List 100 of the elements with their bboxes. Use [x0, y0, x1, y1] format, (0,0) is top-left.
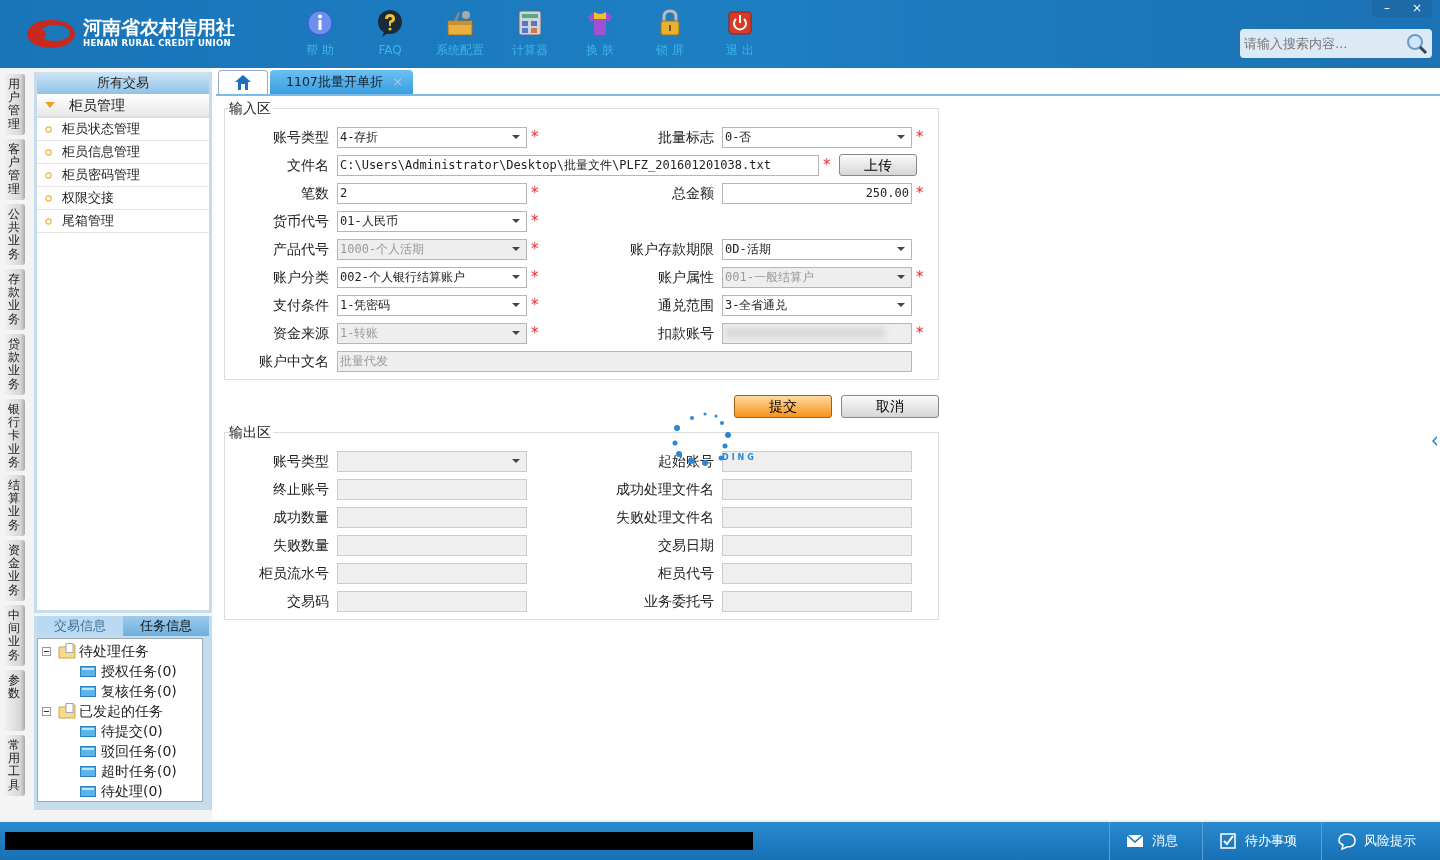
input-field[interactable] — [722, 534, 912, 556]
collapse-handle-icon[interactable] — [1432, 436, 1438, 446]
tree-node[interactable]: 待处理任务 — [42, 641, 202, 661]
required-mark: * — [531, 127, 539, 146]
input-field[interactable] — [722, 506, 912, 528]
section-title: 输入区 — [229, 100, 273, 116]
select-field[interactable]: 01-人民币 — [337, 210, 527, 232]
required-mark: * — [823, 155, 831, 174]
input-field[interactable]: 250.00 — [722, 182, 912, 204]
logo-title: 河南省农村信用社 — [83, 18, 235, 38]
caret-icon — [512, 135, 520, 139]
input-field[interactable] — [337, 478, 527, 500]
side-tab[interactable]: 存款业务 — [3, 269, 25, 330]
tree-item[interactable]: 复核任务(0) — [42, 681, 202, 701]
field-label: 账号类型 — [272, 451, 330, 471]
field-label: 成功处理文件名 — [615, 479, 715, 499]
field-label: 失败处理文件名 — [615, 507, 715, 527]
caret-icon — [512, 247, 520, 251]
select-field[interactable]: 0-否 — [722, 126, 912, 148]
tab[interactable]: 1107批量开单折 × — [270, 70, 413, 94]
side-tab[interactable]: 常用工具 — [3, 734, 25, 796]
required-mark: * — [916, 323, 924, 342]
tree-item[interactable]: 授权任务(0) — [42, 661, 202, 681]
folder-icon — [58, 703, 76, 719]
search-field[interactable]: 请输入搜索内容... — [1240, 29, 1432, 58]
field-label: 笔数 — [300, 183, 330, 203]
side-tab[interactable]: 银行卡业务 — [3, 399, 25, 471]
required-mark: * — [531, 183, 539, 202]
field-label: 失败数量 — [272, 535, 330, 555]
select-field[interactable]: 4-存折 — [337, 126, 527, 148]
tree-item[interactable]: 超时任务(0) — [42, 761, 202, 781]
logo-subtitle: HENAN RURAL CREDIT UNION — [83, 37, 232, 50]
select-field[interactable]: 3-全省通兑 — [722, 294, 912, 316]
select-field[interactable]: 002-个人银行结算账户 — [337, 266, 527, 288]
tree-label: 待处理任务 — [79, 641, 149, 661]
bullet-icon — [45, 125, 52, 133]
field-label: 柜员代号 — [657, 563, 715, 583]
shirt-icon — [586, 9, 614, 37]
input-field[interactable] — [722, 590, 912, 612]
input-field[interactable] — [722, 478, 912, 500]
tree-item[interactable]: 待提交(0) — [42, 721, 202, 741]
tree-label: 已发起的任务 — [79, 701, 163, 721]
side-tab[interactable]: 资金业务 — [3, 539, 25, 601]
select-field[interactable]: 0D-活期 — [722, 238, 912, 260]
input-field[interactable]: 2 — [337, 182, 527, 204]
select-field[interactable]: 1-凭密码 — [337, 294, 527, 316]
input-field[interactable] — [722, 450, 912, 472]
input-field[interactable] — [337, 534, 527, 556]
cancel-button[interactable]: 取消 — [841, 395, 939, 418]
panel-tab[interactable]: 交易信息 — [37, 616, 123, 636]
close-button[interactable]: × — [1402, 0, 1432, 17]
select-field[interactable] — [337, 450, 527, 472]
folder-icon — [80, 785, 96, 797]
caret-icon — [897, 247, 905, 251]
submit-button[interactable]: 提交 — [734, 395, 832, 418]
required-mark: * — [531, 295, 539, 314]
side-tab[interactable]: 参数 — [3, 669, 25, 731]
side-tab[interactable]: 贷款业务 — [3, 334, 25, 395]
caret-icon — [512, 331, 520, 335]
side-tab[interactable]: 客户管理 — [3, 139, 25, 200]
caret-icon — [45, 101, 55, 109]
field-label: 账户属性 — [657, 267, 715, 287]
input-field[interactable]: C:\Users\Administrator\Desktop\批量文件\PLFZ_201601201038.txt — [337, 154, 819, 176]
field-label: 账户存款期限 — [629, 239, 715, 259]
input-field[interactable] — [722, 562, 912, 584]
field-label: 支付条件 — [272, 295, 330, 315]
panel-tab[interactable]: 任务信息 — [123, 616, 209, 636]
field-label: 批量标志 — [657, 127, 715, 147]
tree-item[interactable]: 驳回任务(0) — [42, 741, 202, 761]
input-field[interactable] — [337, 506, 527, 528]
input-field[interactable] — [337, 590, 527, 612]
mail-icon — [1126, 832, 1144, 850]
status-button[interactable]: 消息 — [1109, 822, 1202, 860]
side-tab[interactable]: 公共业务 — [3, 204, 25, 265]
field-label: 扣款账号 — [657, 323, 715, 343]
speech-bubble-icon — [1338, 832, 1356, 850]
status-button[interactable]: 待办事项 — [1202, 822, 1321, 860]
required-mark: * — [916, 127, 924, 146]
caret-icon — [897, 135, 905, 139]
bullet-icon — [45, 148, 52, 156]
input-field[interactable] — [337, 562, 527, 584]
status-button[interactable]: 风险提示 — [1321, 822, 1440, 860]
power-icon — [726, 9, 754, 37]
minimize-button[interactable]: – — [1372, 0, 1402, 17]
upload-button[interactable]: 上传 — [838, 154, 917, 176]
side-tab[interactable]: 用户管理 — [3, 74, 25, 135]
folder-icon — [80, 685, 96, 697]
side-tab[interactable]: 结算业务 — [3, 474, 25, 536]
menu-group[interactable]: 柜员管理 — [37, 94, 209, 118]
field-label: 账户分类 — [272, 267, 330, 287]
folder-icon — [80, 765, 96, 777]
toolbox-icon — [446, 9, 474, 37]
home-tab[interactable] — [218, 70, 268, 94]
side-tab[interactable]: 中间业务 — [3, 604, 25, 666]
tree-item[interactable]: 待处理(0) — [42, 781, 202, 801]
caret-icon — [512, 459, 520, 463]
tree-node[interactable]: 已发起的任务 — [42, 701, 202, 721]
field-label: 账户中文名 — [258, 351, 330, 371]
checkbox-icon — [1219, 832, 1237, 850]
field-label: 货币代号 — [272, 211, 330, 231]
